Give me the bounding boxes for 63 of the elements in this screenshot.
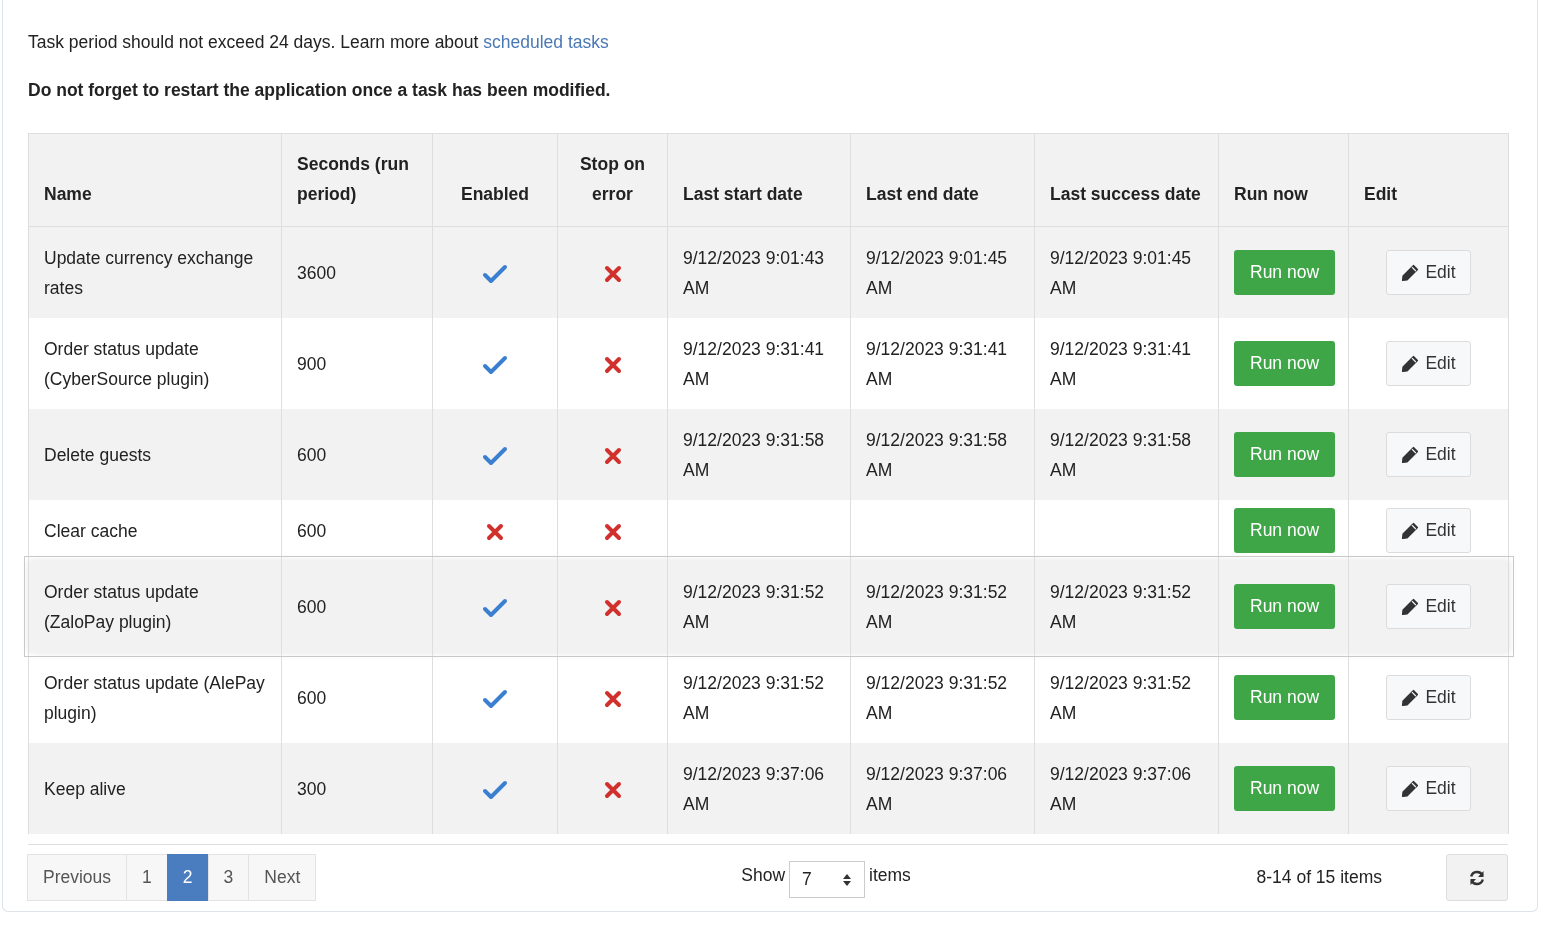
task-name: Order status update (ZaloPay plugin) (44, 581, 199, 632)
edit-button[interactable]: Edit (1386, 432, 1471, 477)
scheduled-tasks-link[interactable]: scheduled tasks (483, 32, 609, 52)
column-header: Seconds (run period) (281, 133, 433, 227)
page-button[interactable]: 1 (126, 854, 168, 901)
notice-text: Task period should not exceed 24 days. Learn more about scheduled tasks (28, 32, 610, 53)
date-text: 9/12/2023 9:31:58 AM (866, 429, 1008, 480)
table-row[interactable]: Delete guests 600 9/12/2023 9:31:58 AM 9/12/2023 9:31:58 AM 9/12/2023 9:31:58 AM Run now Edit (28, 409, 1509, 500)
edit-button[interactable]: Edit (1386, 675, 1471, 720)
column-header: Name (28, 133, 282, 227)
edit-button[interactable]: Edit (1386, 766, 1471, 811)
column-header: Enabled (432, 133, 558, 227)
date-text: 9/12/2023 9:01:45 AM (866, 247, 1008, 298)
date-text: 9/12/2023 9:31:41 AM (1050, 338, 1192, 389)
run-period: 600 (297, 444, 327, 465)
run-period: 600 (297, 687, 327, 708)
column-header: Last start date (667, 133, 851, 227)
column-header: Last success date (1034, 133, 1219, 227)
items-summary: 8-14 of 15 items (1256, 867, 1382, 888)
page-button[interactable]: 2 (166, 854, 209, 901)
task-name: Keep alive (44, 778, 126, 799)
column-header: Edit (1348, 133, 1509, 227)
column-header: Stop on error (557, 133, 668, 227)
date-text: 9/12/2023 9:37:06 AM (683, 763, 825, 814)
next-page-button[interactable]: Next (248, 854, 317, 901)
task-name: Clear cache (44, 520, 138, 541)
page-size-select[interactable]: 7 (789, 861, 866, 898)
table-row[interactable]: Keep alive 300 9/12/2023 9:37:06 AM 9/12/2023 9:37:06 AM 9/12/2023 9:37:06 AM Run now Edit (28, 743, 1509, 834)
run-period: 600 (297, 596, 327, 617)
run-period: 900 (297, 353, 327, 374)
date-text: 9/12/2023 9:31:58 AM (1050, 429, 1192, 480)
column-header: Last end date (850, 133, 1035, 227)
date-text: 9/12/2023 9:31:41 AM (866, 338, 1008, 389)
edit-button[interactable]: Edit (1386, 250, 1471, 295)
date-text: 9/12/2023 9:01:43 AM (683, 247, 825, 298)
date-text: 9/12/2023 9:37:06 AM (866, 763, 1008, 814)
date-text: 9/12/2023 9:31:52 AM (1050, 581, 1192, 632)
date-text: 9/12/2023 9:31:52 AM (866, 672, 1008, 723)
run-period: 300 (297, 778, 327, 799)
date-text: 9/12/2023 9:31:52 AM (683, 581, 825, 632)
date-text: 9/12/2023 9:31:52 AM (683, 672, 825, 723)
task-name: Order status update (AlePay plugin) (44, 672, 265, 723)
column-header: Run now (1218, 133, 1349, 227)
table-row[interactable]: Update currency exchange rates 3600 9/12/2023 9:01:43 AM 9/12/2023 9:01:45 AM 9/12/2023 9:01:45 AM Run now Edit (28, 226, 1509, 318)
warning-text: Do not forget to restart the application once a task has been modified. (28, 80, 612, 101)
previous-page-button[interactable]: Previous (27, 854, 128, 901)
date-text: 9/12/2023 9:31:52 AM (866, 581, 1008, 632)
edit-button[interactable]: Edit (1386, 508, 1471, 553)
task-name: Delete guests (44, 444, 151, 465)
run-period: 600 (297, 520, 327, 541)
date-text: 9/12/2023 9:01:45 AM (1050, 247, 1192, 298)
date-text: 9/12/2023 9:31:58 AM (683, 429, 825, 480)
task-name: Order status update (CyberSource plugin) (44, 338, 210, 389)
edit-button[interactable]: Edit (1386, 584, 1471, 629)
date-text: 9/12/2023 9:37:06 AM (1050, 763, 1192, 814)
task-name: Update currency exchange rates (44, 247, 254, 298)
page-button[interactable]: 3 (207, 854, 250, 901)
show-label: Show (741, 865, 786, 886)
date-text: 9/12/2023 9:31:52 AM (1050, 672, 1192, 723)
run-period: 3600 (297, 262, 336, 283)
date-text: 9/12/2023 9:31:41 AM (683, 338, 825, 389)
edit-button[interactable]: Edit (1386, 341, 1471, 386)
items-label: items (869, 865, 911, 886)
